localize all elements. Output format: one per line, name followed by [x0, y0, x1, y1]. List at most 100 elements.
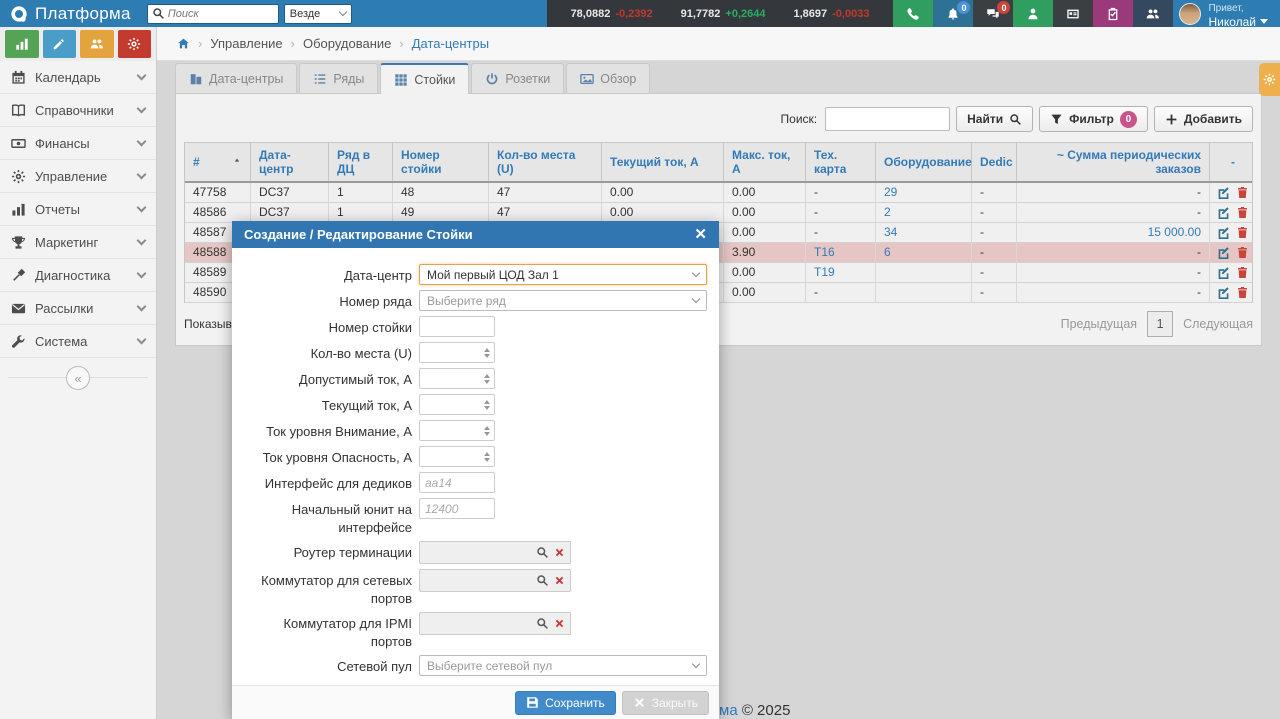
edit-quick-button[interactable]: [43, 30, 77, 58]
sidebar-item-gears[interactable]: Управление: [0, 160, 156, 193]
spinner[interactable]: [484, 343, 490, 362]
field-text-input[interactable]: [419, 498, 495, 519]
close-icon[interactable]: ✕: [694, 227, 707, 242]
sidebar-item-chart[interactable]: Отчеты: [0, 193, 156, 226]
field-number-input[interactable]: [419, 394, 495, 415]
close-button[interactable]: Закрыть: [622, 691, 709, 715]
delete-row-icon[interactable]: [1236, 266, 1249, 279]
table-row-47758[interactable]: 47758DC37148470.000.00-29--: [185, 183, 1252, 203]
user-button[interactable]: [1013, 0, 1053, 27]
column-header-5[interactable]: Кол-во места (U): [489, 143, 602, 181]
column-header-10[interactable]: Dedic: [972, 143, 1017, 181]
breadcrumb-item-3[interactable]: Дата-центры: [412, 36, 489, 51]
stats-quick-button[interactable]: [5, 30, 39, 58]
notifications-bell-button[interactable]: 0: [933, 0, 973, 27]
tab-image[interactable]: Обзор: [566, 63, 650, 93]
delete-row-icon[interactable]: [1236, 286, 1249, 299]
settings-gear-tab[interactable]: [1259, 63, 1280, 96]
pagination-prev[interactable]: Предыдущая: [1061, 317, 1137, 331]
column-header-6[interactable]: Текущий ток, А: [602, 143, 724, 181]
breadcrumb-item-1[interactable]: Управление: [210, 36, 282, 51]
table-row-48586[interactable]: 48586DC37149470.000.00-2--: [185, 203, 1252, 223]
field-number-input[interactable]: [419, 420, 495, 441]
field-number-input[interactable]: [419, 342, 495, 363]
search-icon[interactable]: [536, 574, 549, 587]
table-search-input[interactable]: [825, 107, 950, 131]
sidebar-item-wrench[interactable]: Система: [0, 325, 156, 358]
tab-power[interactable]: Розетки: [471, 63, 564, 93]
spinner[interactable]: [484, 369, 490, 388]
field-text-input[interactable]: [419, 472, 495, 493]
clients-quick-button[interactable]: [80, 30, 114, 58]
breadcrumb-item-2[interactable]: Оборудование: [303, 36, 391, 51]
field-select[interactable]: Мой первый ЦОД Зал 1: [419, 264, 707, 285]
delete-row-icon[interactable]: [1236, 206, 1249, 219]
sidebar-item-label: Управление: [35, 169, 129, 184]
user-menu[interactable]: Привет, Николай: [1173, 0, 1280, 27]
filter-button[interactable]: Фильтр 0: [1039, 106, 1148, 132]
search-icon[interactable]: [536, 546, 549, 559]
contacts-card-button[interactable]: [1053, 0, 1093, 27]
home-icon[interactable]: [177, 37, 190, 50]
column-header-7[interactable]: Макс. ток, А: [724, 143, 806, 181]
field-lookup-input[interactable]: [419, 569, 571, 592]
groups-button[interactable]: [1133, 0, 1173, 27]
sidebar-item-banknote[interactable]: Финансы: [0, 127, 156, 160]
clear-x-icon[interactable]: [554, 618, 565, 629]
find-button[interactable]: Найти: [956, 106, 1033, 132]
column-header-12[interactable]: -: [1210, 143, 1256, 181]
global-search-input[interactable]: [168, 8, 268, 20]
sidebar-item-hammer[interactable]: Диагностика: [0, 259, 156, 292]
edit-row-icon[interactable]: [1217, 206, 1230, 219]
pagination-page-1[interactable]: 1: [1147, 311, 1173, 337]
spinner[interactable]: [484, 447, 490, 466]
sidebar-item-calendar[interactable]: Календарь: [0, 61, 156, 94]
clear-x-icon[interactable]: [554, 575, 565, 586]
sidebar-item-envelope[interactable]: Рассылки: [0, 292, 156, 325]
save-button[interactable]: Сохранить: [515, 691, 616, 715]
field-text-input[interactable]: [419, 316, 495, 337]
tab-grid[interactable]: Стойки: [380, 63, 469, 94]
user-avatar[interactable]: [1179, 3, 1201, 25]
column-header-2[interactable]: Дата-центр: [251, 143, 329, 181]
column-header-4[interactable]: Номер стойки: [393, 143, 489, 181]
edit-row-icon[interactable]: [1217, 226, 1230, 239]
column-header-3[interactable]: Ряд в ДЦ: [329, 143, 393, 181]
add-button[interactable]: Добавить: [1154, 106, 1253, 132]
delete-row-icon[interactable]: [1236, 186, 1249, 199]
tab-building[interactable]: Дата-центры: [175, 63, 297, 93]
field-number-input[interactable]: [419, 368, 495, 389]
settings-quick-button[interactable]: [118, 30, 152, 58]
column-header-9[interactable]: Оборудование: [876, 143, 972, 181]
edit-row-icon[interactable]: [1217, 186, 1230, 199]
edit-row-icon[interactable]: [1217, 266, 1230, 279]
field-lookup-input[interactable]: [419, 612, 571, 635]
delete-row-icon[interactable]: [1236, 226, 1249, 239]
search-scope-select[interactable]: Везде: [284, 4, 352, 24]
edit-row-icon[interactable]: [1217, 286, 1230, 299]
clear-x-icon[interactable]: [554, 547, 565, 558]
tasks-clipboard-button[interactable]: [1093, 0, 1133, 27]
column-header-1[interactable]: #: [185, 143, 251, 181]
global-search[interactable]: [147, 4, 279, 24]
tab-list[interactable]: Ряды: [299, 63, 378, 93]
copyright-link[interactable]: ма: [719, 702, 738, 719]
search-icon[interactable]: [536, 617, 549, 630]
edit-row-icon[interactable]: [1217, 246, 1230, 259]
field-select[interactable]: Выберите сетевой пул: [419, 655, 707, 676]
sidebar-item-trophy[interactable]: Маркетинг: [0, 226, 156, 259]
field-number-input[interactable]: [419, 446, 495, 467]
delete-row-icon[interactable]: [1236, 246, 1249, 259]
sidebar-item-book[interactable]: Справочники: [0, 94, 156, 127]
people-icon: [90, 37, 104, 51]
column-header-11[interactable]: ~ Сумма периодических заказов: [1017, 143, 1210, 181]
spinner[interactable]: [484, 395, 490, 414]
field-lookup-input[interactable]: [419, 541, 571, 564]
pagination-next[interactable]: Следующая: [1183, 317, 1253, 331]
sidebar-collapse-button[interactable]: «: [66, 366, 90, 390]
field-select[interactable]: Выберите ряд: [419, 290, 707, 311]
spinner[interactable]: [484, 421, 490, 440]
chat-messages-button[interactable]: 0: [973, 0, 1013, 27]
phone-button[interactable]: [893, 0, 933, 27]
column-header-8[interactable]: Тех. карта: [806, 143, 876, 181]
